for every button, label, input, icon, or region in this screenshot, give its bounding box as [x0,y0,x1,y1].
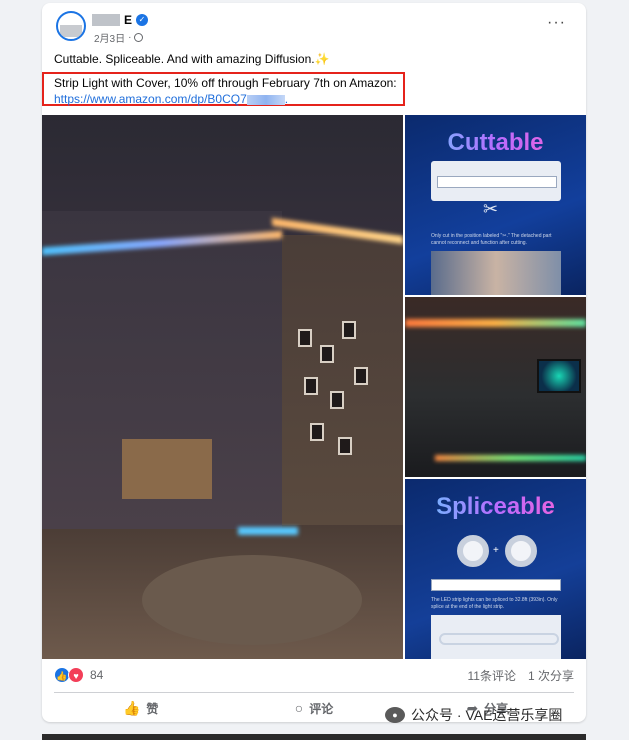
like-label: 赞 [146,701,159,716]
frame [304,377,318,395]
wire-photo [431,615,561,659]
page-name-row[interactable]: E ✓ [92,13,149,27]
promo-line: Strip Light with Cover, 10% off through … [54,76,397,90]
globe-icon [134,33,144,42]
photo-main-room[interactable] [42,115,403,659]
led-floor-glow [435,455,586,461]
strip-panel [431,161,561,201]
post-date[interactable]: 2月3日 [94,30,125,45]
reel-right [505,535,537,567]
post-caption: Cuttable. Spliceable. And with amazing D… [54,51,330,67]
room-wall-right [282,235,403,525]
page-name[interactable]: E [124,13,132,27]
spliceable-note: The LED strip lights can be spliced to 3… [431,597,558,610]
meta-dot: · [128,32,132,43]
scissors-icon: ✂ [483,199,499,219]
page-avatar[interactable] [56,11,86,41]
watermark: ● 公众号 · VAE运营乐享圈 [385,705,562,725]
redacted-link [246,94,285,105]
sparkle-icon: ✨ [314,52,330,66]
post-header: E ✓ 2月3日 · ··· [54,11,574,47]
comment-label: 评论 [309,701,334,716]
more-options-button[interactable]: ··· [547,15,566,31]
led-floor-glow [238,527,298,535]
strip-diagram [431,579,561,591]
next-post-edge [42,734,586,740]
engagement-stats: 11条评论 1 次分享 [468,667,574,684]
frame [354,367,368,385]
reel-left [457,535,489,567]
led-ceiling-glow [405,319,586,327]
verified-badge-icon: ✓ [136,14,149,26]
caption-text: Cuttable. Spliceable. And with amazing D… [54,52,315,66]
post-meta: 2月3日 · [94,30,144,45]
tv [537,359,581,393]
spliceable-title: Spliceable [405,493,586,521]
cuttable-note: Only cut in the position labeled "✂." Th… [431,233,552,246]
cuttable-title: Cuttable [405,129,586,157]
rug [142,555,362,645]
frame [310,423,324,441]
share-count[interactable]: 1 次分享 [528,667,574,684]
watermark-text: 公众号 · VAE运营乐享圈 [411,707,563,723]
promo-link-suffix: . [284,92,289,106]
frame [298,329,312,347]
frame [342,321,356,339]
like-button[interactable]: 👍 赞 [54,695,227,721]
photo-living-room[interactable] [405,297,586,477]
photo-gallery: Cuttable ✂ Only cut in the position labe… [42,115,586,659]
plus-icon: + [493,545,499,556]
wechat-icon: ● [385,707,405,723]
frame [330,391,344,409]
frame [338,437,352,455]
promo-link-row: https://www.amazon.com/dp/B0CQ7. [54,91,397,107]
photo-cuttable[interactable]: Cuttable ✂ Only cut in the position labe… [405,115,586,295]
speech-bubble-icon: ○ [294,700,304,716]
reaction-summary[interactable]: 👍 ♥ 84 [54,666,103,684]
frame [320,345,334,363]
divider [54,692,574,693]
photo-spliceable[interactable]: Spliceable + The LED strip lights can be… [405,479,586,659]
console-table [122,439,212,499]
comment-button[interactable]: ○ 评论 [227,695,400,721]
reaction-count: 84 [90,668,104,682]
redacted-name [92,14,120,26]
thumb-up-icon: 👍 [122,699,141,716]
cutting-photo [431,251,561,295]
promo-text: Strip Light with Cover, 10% off through … [54,75,397,107]
post-card: E ✓ 2月3日 · ··· Cuttable. Spliceable. And… [42,3,586,722]
love-reaction-icon: ♥ [68,667,84,683]
comment-count[interactable]: 11条评论 [468,667,516,684]
promo-link[interactable]: https://www.amazon.com/dp/B0CQ7 [54,92,247,106]
